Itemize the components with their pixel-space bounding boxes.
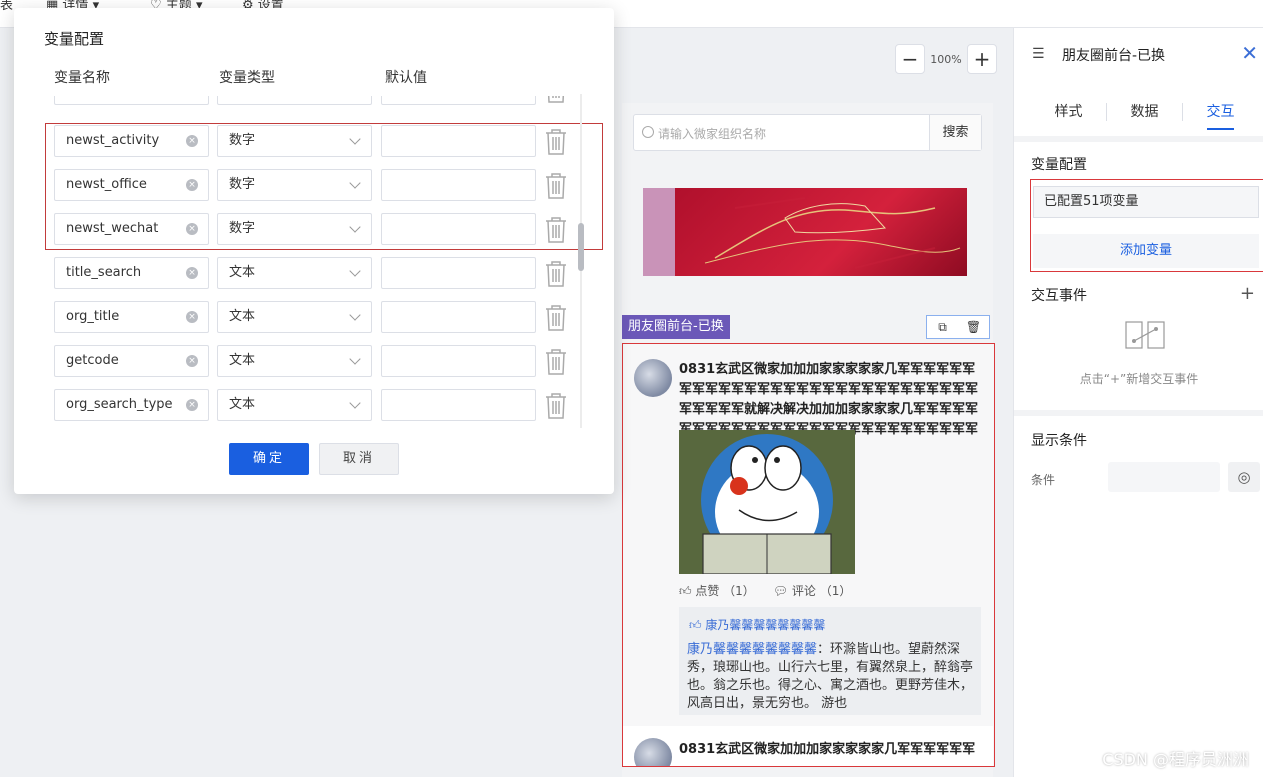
variable-row: title_search × 文本 xyxy=(14,257,614,289)
variable-config-dialog: 变量配置 变量名称 变量类型 默认值 org_code× 文本 newst_ac… xyxy=(14,8,614,494)
default-value-input[interactable] xyxy=(381,389,536,421)
var-count-info: 已配置51项变量 xyxy=(1033,186,1259,218)
banner-image xyxy=(643,188,967,276)
default-value-input[interactable] xyxy=(381,257,536,289)
chevron-down-icon xyxy=(349,397,361,409)
toolbar-item-1[interactable]: 表 xyxy=(0,0,13,12)
panel-header: ☰ 朋友圈前台-已换 ✕ xyxy=(1014,28,1263,80)
zoom-out-button[interactable]: − xyxy=(895,44,925,74)
avatar xyxy=(634,738,672,766)
variable-name-input[interactable]: title_search × xyxy=(54,257,209,289)
variable-name-input[interactable]: org_title × xyxy=(54,301,209,333)
component-tools: ⧉ 🗑 xyxy=(926,315,990,339)
var-section-title: 变量配置 xyxy=(1031,157,1087,173)
variable-row: org_code× 文本 xyxy=(14,96,614,105)
highlight-box xyxy=(45,123,603,250)
variable-name-input[interactable]: org_search_type × xyxy=(54,389,209,421)
panel-tabs: 样式 数据 交互 xyxy=(1031,94,1258,130)
interaction-event-icon xyxy=(1125,321,1165,349)
comment-item: 康乃馨馨馨馨馨馨馨馨：环滁皆山也。望蔚然深秀，琅琊山也。山行六七里，有翼然泉上，… xyxy=(687,641,977,713)
default-value-input[interactable] xyxy=(381,345,536,377)
tab-style[interactable]: 样式 xyxy=(1031,94,1106,130)
post-title: 0831玄武区微家加加加家家家家家几军军军军军军 xyxy=(679,742,976,757)
variable-row: getcode × 文本 xyxy=(14,345,614,377)
clear-icon[interactable]: × xyxy=(186,399,198,411)
thumb-up-icon: 👍︎ xyxy=(689,618,706,632)
panel-divider xyxy=(1014,136,1263,142)
delete-icon[interactable]: 🗑 xyxy=(958,316,989,338)
event-section-title: 交互事件 xyxy=(1031,288,1087,304)
panel-divider xyxy=(1014,410,1263,416)
comment-author[interactable]: 康乃馨馨馨馨馨馨馨馨 xyxy=(687,642,817,657)
variable-type-select[interactable]: 文本 xyxy=(217,257,372,289)
close-icon[interactable]: ✕ xyxy=(1241,41,1258,65)
var-config-box: 已配置51项变量 添加变量 xyxy=(1030,179,1263,272)
zoom-level: 100% xyxy=(930,52,962,66)
add-event-icon[interactable]: + xyxy=(1240,283,1255,304)
zoom-in-button[interactable]: + xyxy=(967,44,997,74)
clear-icon[interactable]: × xyxy=(186,267,198,279)
handshake-illustration xyxy=(704,197,961,269)
doraemon-image xyxy=(679,430,855,574)
preview-search-input[interactable]: 请输入微家组织名称 xyxy=(658,125,766,142)
post-image xyxy=(679,430,855,574)
add-variable-button[interactable]: 添加变量 xyxy=(1033,234,1259,268)
tab-data[interactable]: 数据 xyxy=(1107,94,1182,130)
likes-comments-box: 👍︎ 康乃馨馨馨馨馨馨馨馨 康乃馨馨馨馨馨馨馨馨：环滁皆山也。望蔚然深秀，琅琊山… xyxy=(679,607,981,715)
dialog-title: 变量配置 xyxy=(44,30,105,48)
chevron-down-icon xyxy=(349,265,361,277)
trash-icon[interactable] xyxy=(544,260,568,288)
like-button[interactable]: 👍︎ 点赞 （1） xyxy=(679,582,755,599)
preview-search-button[interactable]: 搜索 xyxy=(929,115,981,150)
chevron-down-icon xyxy=(349,309,361,321)
properties-panel: ☰ 朋友圈前台-已换 ✕ 样式 数据 交互 变量配置 已配置51项变量 添加变量… xyxy=(1013,28,1263,777)
default-value-input[interactable] xyxy=(381,96,536,105)
panel-title: 朋友圈前台-已换 xyxy=(1062,48,1166,64)
scrollbar-thumb[interactable] xyxy=(578,223,584,271)
col-header-type: 变量类型 xyxy=(219,70,275,86)
post-meta: 👍︎ 点赞 （1） 💬︎ 评论 （1） xyxy=(679,582,851,599)
tab-interaction[interactable]: 交互 xyxy=(1183,94,1258,130)
cond-section-title: 显示条件 xyxy=(1031,433,1087,449)
variable-name-input[interactable]: org_code× xyxy=(54,96,209,105)
chevron-down-icon xyxy=(349,353,361,365)
preview-search-bar: 请输入微家组织名称 搜索 xyxy=(633,114,982,151)
thumb-up-icon: 👍︎ xyxy=(679,584,696,598)
watermark: CSDN @程序员洲洲 xyxy=(1102,750,1249,769)
col-header-name: 变量名称 xyxy=(54,70,110,86)
condition-input[interactable] xyxy=(1108,462,1220,492)
col-header-default: 默认值 xyxy=(385,70,427,86)
confirm-button[interactable]: 确定 xyxy=(229,443,309,475)
variable-row: org_title × 文本 xyxy=(14,301,614,333)
comment-button[interactable]: 💬︎ 评论 （1） xyxy=(773,582,852,599)
target-icon[interactable]: ◎ xyxy=(1228,462,1260,492)
copy-icon[interactable]: ⧉ xyxy=(927,316,958,338)
default-value-input[interactable] xyxy=(381,301,536,333)
moment-post-2: 0831玄武区微家加加加家家家家家几军军军军军军 xyxy=(623,726,993,766)
trash-icon[interactable] xyxy=(544,96,568,104)
variable-type-select[interactable]: 文本 xyxy=(217,345,372,377)
variable-type-select[interactable]: 文本 xyxy=(217,96,372,105)
likers-list: 👍︎ 康乃馨馨馨馨馨馨馨馨 xyxy=(689,618,826,632)
component-tag: 朋友圈前台-已换 xyxy=(622,315,730,339)
trash-icon[interactable] xyxy=(544,392,568,420)
clear-icon[interactable]: × xyxy=(186,311,198,323)
selected-component[interactable]: 0831玄武区微家加加加家家家家家几军军军军军军军军军军军军军军军军军军军军军军… xyxy=(622,343,995,767)
clear-icon[interactable]: × xyxy=(186,355,198,367)
variable-name-input[interactable]: getcode × xyxy=(54,345,209,377)
avatar xyxy=(634,359,672,397)
trash-icon[interactable] xyxy=(544,304,568,332)
variable-row: org_search_type × 文本 xyxy=(14,389,614,421)
comment-icon: 💬︎ xyxy=(772,584,792,598)
banner-left-strip xyxy=(643,188,675,276)
cond-label: 条件 xyxy=(1031,473,1056,487)
variable-type-select[interactable]: 文本 xyxy=(217,301,372,333)
settings-sliders-icon: ☰ xyxy=(1032,46,1045,62)
cancel-button[interactable]: 取消 xyxy=(319,443,399,475)
event-hint: 点击“+”新增交互事件 xyxy=(1079,372,1199,386)
variable-type-select[interactable]: 文本 xyxy=(217,389,372,421)
zoom-control: − 100% + xyxy=(895,44,997,74)
trash-icon[interactable] xyxy=(544,348,568,376)
search-icon xyxy=(642,126,654,138)
